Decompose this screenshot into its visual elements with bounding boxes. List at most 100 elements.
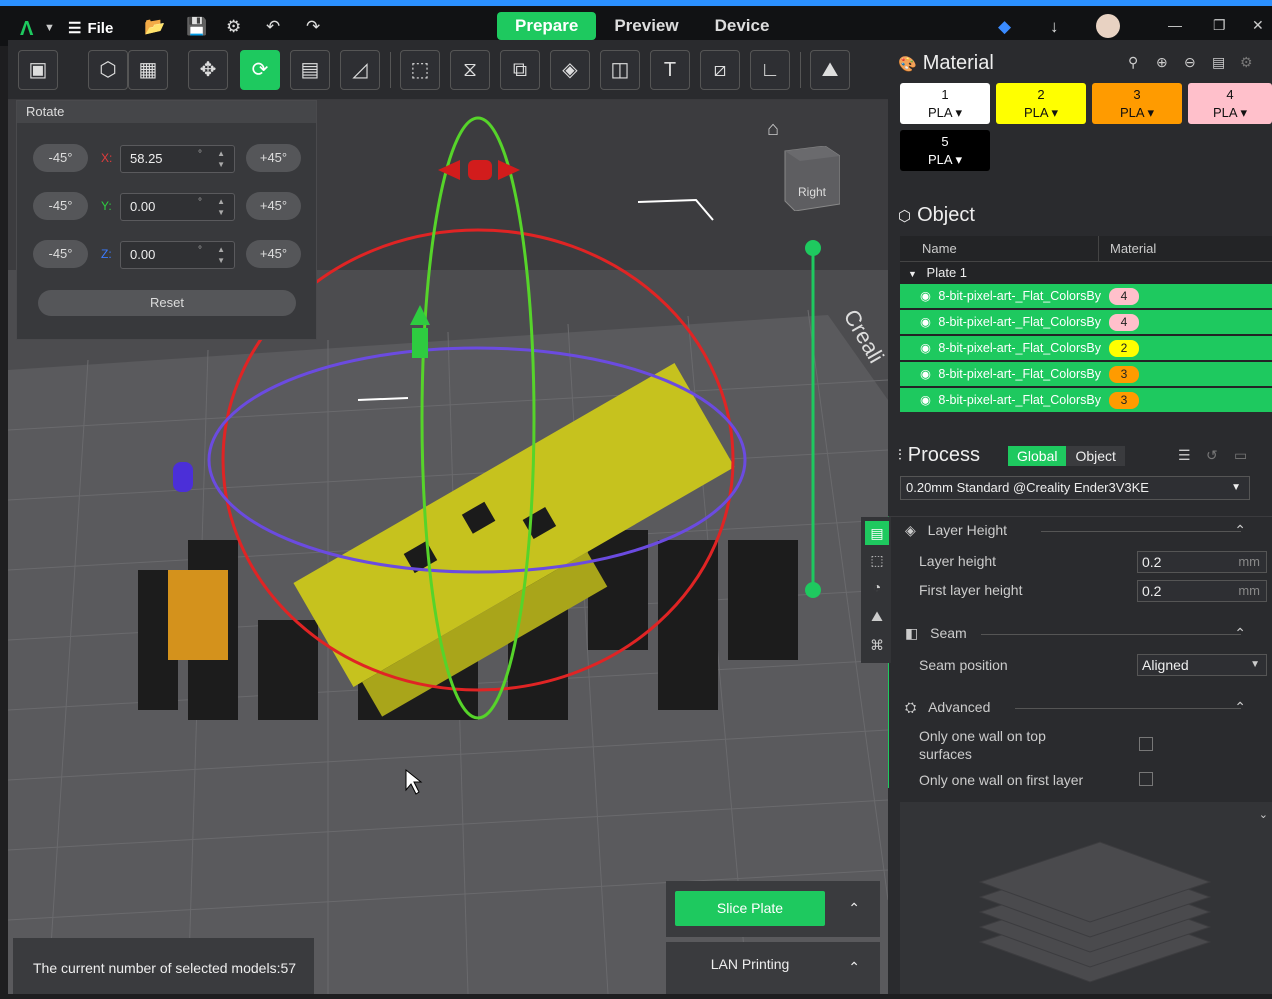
slice-plate-button[interactable]: Slice Plate: [675, 891, 825, 926]
rotate-y-input[interactable]: 0.00 ° ▲ ▼: [120, 193, 235, 221]
view-navigation-cube[interactable]: Right: [780, 145, 841, 212]
arrange-icon[interactable]: ▤: [290, 50, 330, 90]
home-view-icon[interactable]: ⌂: [767, 118, 779, 141]
rotate-x-input[interactable]: 58.25 ° ▲ ▼: [120, 145, 235, 173]
chevron-up-icon[interactable]: ⌃: [1234, 699, 1246, 716]
quality-category-icon[interactable]: ▤: [865, 521, 889, 545]
rotate-z-plus45-button[interactable]: +45°: [246, 240, 301, 268]
material-settings-icon[interactable]: ⚙: [1240, 54, 1253, 71]
plate-row[interactable]: ▼ Plate 1: [900, 263, 967, 283]
others-category-icon[interactable]: ⌘: [865, 633, 889, 657]
material-card-2[interactable]: 2 PLA ▾: [996, 83, 1086, 124]
material-badge[interactable]: 2: [1109, 340, 1139, 357]
cut-icon[interactable]: ⧄: [700, 50, 740, 90]
table-row[interactable]: ◉ 8-bit-pixel-art-_Flat_ColorsBy 4: [900, 310, 1272, 334]
redo-icon[interactable]: ↷: [306, 17, 320, 37]
eye-icon[interactable]: ◉: [920, 393, 931, 407]
toggle-global[interactable]: Global: [1008, 446, 1067, 466]
material-badge[interactable]: 3: [1109, 392, 1139, 409]
speed-category-icon[interactable]: ◔: [865, 575, 889, 599]
eye-icon[interactable]: ◉: [920, 367, 931, 381]
material-sync-icon[interactable]: ⚲: [1128, 54, 1138, 71]
add-model-icon[interactable]: ⬡: [88, 50, 128, 90]
spin-arrows-icon[interactable]: ▲ ▼: [217, 244, 225, 266]
support-category-icon[interactable]: ⛰: [865, 604, 889, 628]
table-row[interactable]: ◉ 8-bit-pixel-art-_Flat_ColorsBy 4: [900, 284, 1272, 308]
group-advanced[interactable]: ⛭ Advanced ⌃: [905, 699, 1260, 716]
add-plate-grid-icon[interactable]: ▦: [128, 50, 168, 90]
material-card-3[interactable]: 3 PLA ▾: [1092, 83, 1182, 124]
list-icon[interactable]: ☰: [1178, 447, 1191, 464]
collapse-icon[interactable]: ⌄: [1259, 808, 1268, 821]
reset-icon[interactable]: ↺: [1206, 447, 1218, 464]
avatar[interactable]: [1096, 14, 1120, 38]
material-badge[interactable]: 4: [1109, 288, 1139, 305]
table-row[interactable]: ◉ 8-bit-pixel-art-_Flat_ColorsBy 3: [900, 388, 1272, 412]
undo-icon[interactable]: ↶: [266, 17, 280, 37]
strength-category-icon[interactable]: ⬚: [865, 548, 889, 572]
group-layer-height[interactable]: ◈ Layer Height ⌃: [905, 522, 1260, 539]
tab-preview[interactable]: Preview: [596, 12, 696, 40]
measure-icon[interactable]: ∟: [750, 50, 790, 90]
settings-gear-icon[interactable]: ⚙: [226, 17, 241, 37]
remove-material-icon[interactable]: ⊖: [1184, 54, 1196, 71]
minimize-icon[interactable]: —: [1168, 17, 1182, 33]
spin-arrows-icon[interactable]: ▲ ▼: [217, 148, 225, 170]
rotate-z-minus45-button[interactable]: -45°: [33, 240, 88, 268]
rotate-y-plus45-button[interactable]: +45°: [246, 192, 301, 220]
tab-prepare[interactable]: Prepare: [497, 12, 597, 40]
chevron-up-icon[interactable]: ⌃: [1234, 522, 1246, 539]
move-icon[interactable]: ✥: [188, 50, 228, 90]
material-card-5[interactable]: 5 PLA ▾: [900, 130, 990, 171]
save-preset-icon[interactable]: ▭: [1234, 447, 1247, 464]
tab-device[interactable]: Device: [697, 12, 788, 40]
lan-printing-button[interactable]: LAN Printing: [675, 956, 825, 972]
layers-icon[interactable]: ◈: [550, 50, 590, 90]
only-one-wall-top-checkbox[interactable]: [1139, 737, 1153, 751]
rotate-icon[interactable]: ⟳: [240, 50, 280, 90]
rotate-z-input[interactable]: 0.00 ° ▲ ▼: [120, 241, 235, 269]
table-row[interactable]: ◉ 8-bit-pixel-art-_Flat_ColorsBy 2: [900, 336, 1272, 360]
table-row[interactable]: ◉ 8-bit-pixel-art-_Flat_ColorsBy 3: [900, 362, 1272, 386]
download-icon[interactable]: ↓: [1050, 17, 1059, 37]
support-paint-icon[interactable]: ⛰: [810, 50, 850, 90]
lay-on-face-icon[interactable]: ◿: [340, 50, 380, 90]
maximize-icon[interactable]: ❐: [1213, 17, 1226, 34]
spin-arrows-icon[interactable]: ▲ ▼: [217, 196, 225, 218]
eye-icon[interactable]: ◉: [920, 315, 931, 329]
open-folder-icon[interactable]: 📂: [144, 17, 165, 37]
save-icon[interactable]: 💾: [186, 17, 207, 37]
hollow-icon[interactable]: ◫: [600, 50, 640, 90]
mirror-icon[interactable]: ⧖: [450, 50, 490, 90]
chevron-up-icon[interactable]: ⌃: [1234, 625, 1246, 642]
file-menu-button[interactable]: ☰ File: [68, 19, 113, 38]
rotate-x-plus45-button[interactable]: +45°: [246, 144, 301, 172]
process-profile-select[interactable]: 0.20mm Standard @Creality Ender3V3KE ▼: [900, 476, 1250, 500]
layer-height-input[interactable]: 0.2 mm: [1137, 551, 1267, 573]
material-badge[interactable]: 3: [1109, 366, 1139, 383]
add-material-icon[interactable]: ⊕: [1156, 54, 1168, 71]
split-icon[interactable]: ⧉: [500, 50, 540, 90]
eye-icon[interactable]: ◉: [920, 341, 931, 355]
rotate-y-minus45-button[interactable]: -45°: [33, 192, 88, 220]
material-card-1[interactable]: 1 PLA ▾: [900, 83, 990, 124]
close-icon[interactable]: ✕: [1252, 17, 1264, 34]
chevron-up-icon[interactable]: ⌃: [848, 900, 860, 917]
material-badge[interactable]: 4: [1109, 314, 1139, 331]
seam-position-select[interactable]: Aligned ▼: [1137, 654, 1267, 676]
text-icon[interactable]: T: [650, 50, 690, 90]
toggle-object[interactable]: Object: [1066, 446, 1125, 466]
edit-material-icon[interactable]: ▤: [1212, 54, 1225, 71]
group-seam[interactable]: ◧ Seam ⌃: [905, 625, 1260, 642]
chevron-up-icon[interactable]: ⌃: [848, 959, 860, 976]
model-library-icon[interactable]: ◆: [998, 17, 1011, 37]
material-card-4[interactable]: 4 PLA ▾: [1188, 83, 1272, 124]
only-one-wall-first-checkbox[interactable]: [1139, 772, 1153, 786]
eye-icon[interactable]: ◉: [920, 289, 931, 303]
rotate-reset-button[interactable]: Reset: [38, 290, 296, 316]
app-menu-chevron-icon[interactable]: ▼: [44, 22, 55, 34]
rotate-x-minus45-button[interactable]: -45°: [33, 144, 88, 172]
scale-icon[interactable]: ⬚: [400, 50, 440, 90]
first-layer-height-input[interactable]: 0.2 mm: [1137, 580, 1267, 602]
expand-arrow-icon[interactable]: ▼: [908, 269, 917, 279]
